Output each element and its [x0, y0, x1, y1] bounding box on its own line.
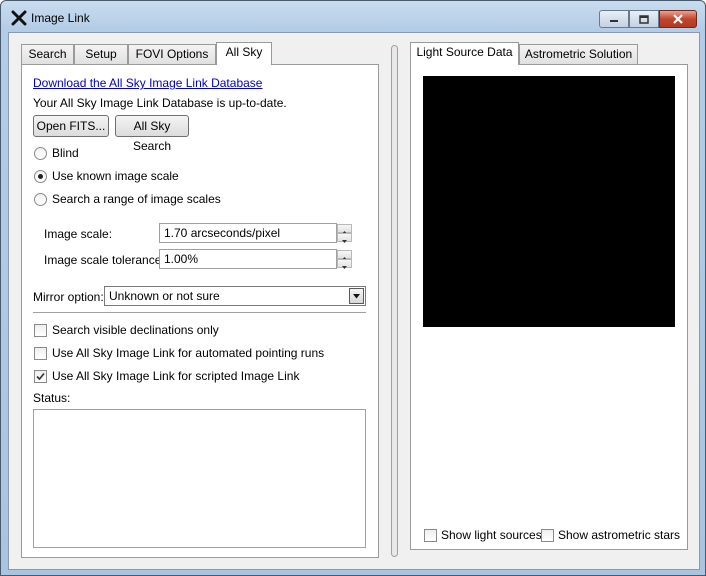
checkmark-icon: [36, 372, 45, 381]
tab-search[interactable]: Search: [21, 44, 74, 64]
title-bar[interactable]: Image Link: [1, 1, 705, 35]
tab-all-sky[interactable]: All Sky: [216, 42, 272, 65]
tab-astrometric-solution[interactable]: Astrometric Solution: [519, 44, 638, 64]
automated-pointing-label: Use All Sky Image Link for automated poi…: [52, 346, 325, 360]
minimize-button[interactable]: [599, 10, 629, 28]
open-fits-button[interactable]: Open FITS...: [33, 115, 109, 137]
light-source-panel: Show light sources Show astrometric star…: [410, 64, 688, 550]
image-scale-label: Image scale:: [44, 227, 113, 241]
scripted-image-link-checkbox[interactable]: [34, 370, 47, 383]
window-title: Image Link: [31, 11, 90, 25]
minimize-icon: [610, 20, 618, 22]
dropdown-arrow-button[interactable]: [349, 288, 364, 304]
section-divider: [33, 312, 366, 314]
blind-radio[interactable]: [34, 147, 47, 160]
show-astrometric-stars-checkbox[interactable]: [541, 529, 554, 542]
database-status-text: Your All Sky Image Link Database is up-t…: [33, 96, 287, 110]
close-icon: [673, 14, 683, 24]
show-light-sources-checkbox[interactable]: [424, 529, 437, 542]
tab-light-source-data[interactable]: Light Source Data: [410, 42, 519, 65]
tab-fovi-options[interactable]: FOVI Options: [128, 44, 216, 64]
spin-up-icon[interactable]: [337, 250, 352, 260]
tolerance-label: Image scale tolerance:: [44, 253, 165, 267]
pane-splitter-handle[interactable]: [391, 45, 398, 557]
spin-down-icon[interactable]: [337, 259, 352, 269]
status-text-area[interactable]: [33, 409, 366, 548]
mirror-option-value: Unknown or not sure: [109, 289, 220, 303]
maximize-icon: [639, 14, 649, 24]
download-database-link[interactable]: Download the All Sky Image Link Database: [33, 76, 262, 90]
close-button[interactable]: [659, 10, 697, 28]
show-astrometric-stars-label: Show astrometric stars: [558, 528, 681, 542]
status-label: Status:: [33, 391, 71, 405]
tolerance-input[interactable]: 1.00%: [159, 249, 337, 269]
known-scale-radio[interactable]: [34, 170, 47, 183]
image-scale-input[interactable]: 1.70 arcseconds/pixel: [159, 223, 337, 243]
right-tab-strip: Light Source Data Astrometric Solution: [410, 42, 690, 65]
all-sky-panel: Download the All Sky Image Link Database…: [21, 64, 379, 558]
visible-declinations-label: Search visible declinations only: [52, 323, 219, 337]
left-tab-strip: Search Setup FOVI Options All Sky: [21, 42, 381, 65]
mirror-option-label: Mirror option:: [33, 290, 104, 304]
image-scale-spinner[interactable]: [337, 224, 352, 243]
range-scale-radio[interactable]: [34, 193, 47, 206]
spin-up-icon[interactable]: [337, 224, 352, 234]
image-link-window: Image Link Search Setup FOVI Options All…: [0, 0, 706, 576]
telescope-x-icon: [11, 10, 27, 26]
maximize-button[interactable]: [629, 10, 659, 28]
tolerance-spinner[interactable]: [337, 250, 352, 269]
visible-declinations-checkbox[interactable]: [34, 324, 47, 337]
spin-down-icon[interactable]: [337, 233, 352, 243]
automated-pointing-checkbox[interactable]: [34, 347, 47, 360]
mirror-option-select[interactable]: Unknown or not sure: [104, 286, 366, 306]
tab-setup[interactable]: Setup: [74, 44, 128, 64]
scripted-image-link-label: Use All Sky Image Link for scripted Imag…: [52, 369, 300, 383]
blind-label: Blind: [52, 146, 79, 160]
client-area: Search Setup FOVI Options All Sky Downlo…: [8, 32, 700, 570]
show-light-sources-label: Show light sources: [441, 528, 542, 542]
image-preview[interactable]: [423, 76, 675, 327]
all-sky-search-button[interactable]: All Sky Search: [115, 115, 189, 153]
known-scale-label: Use known image scale: [52, 169, 179, 183]
chevron-down-icon: [353, 294, 360, 299]
range-scale-label: Search a range of image scales: [52, 192, 221, 206]
